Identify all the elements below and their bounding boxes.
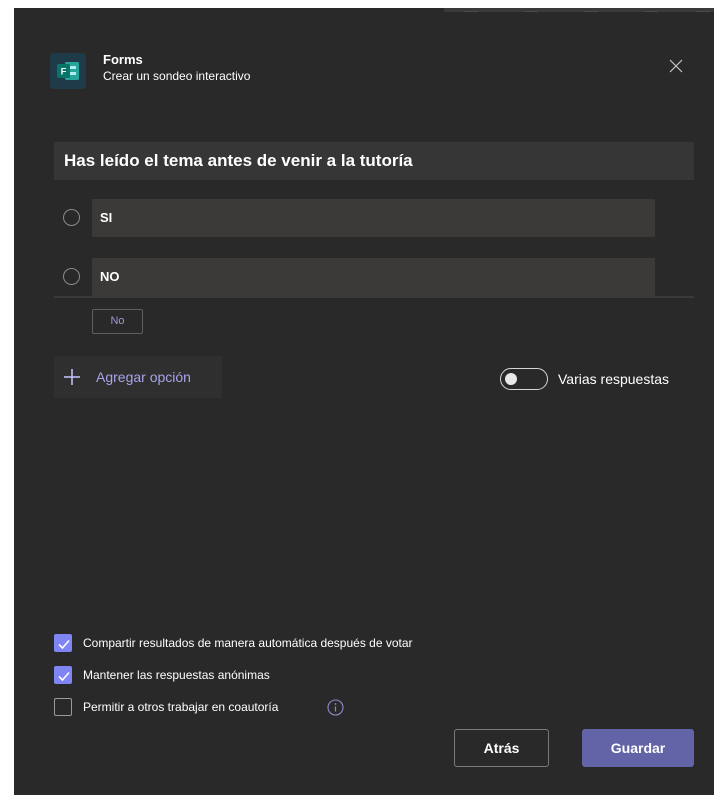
coauthor-label: Permitir a otros trabajar en coautoría [83,700,279,714]
forms-app-icon: F [50,53,86,89]
share-results-checkbox[interactable] [54,634,72,652]
app-subtitle: Crear un sondeo interactivo [103,69,251,83]
suggestion-chip[interactable]: No [92,309,143,334]
option-row-1: SI [54,199,655,237]
window-titlebar-remnant [444,8,714,12]
close-button[interactable] [664,54,688,78]
option-radio-1[interactable] [63,209,80,226]
multiple-answers-toggle[interactable] [500,368,548,390]
anonymous-checkbox[interactable] [54,666,72,684]
anonymous-label: Mantener las respuestas anónimas [83,668,270,682]
add-option-label: Agregar opción [96,369,191,385]
option-row-2: NO [54,258,655,296]
share-results-label: Compartir resultados de manera automátic… [83,636,413,650]
plus-icon [64,369,80,385]
checkmark-icon [58,639,70,650]
save-button[interactable]: Guardar [582,729,694,767]
option-input-1[interactable]: SI [92,199,655,237]
coauthor-checkbox[interactable] [54,698,72,716]
svg-text:F: F [61,67,67,77]
multiple-answers-label: Varias respuestas [558,371,670,387]
forms-dialog: F Forms Crear un sondeo interactivo Has … [14,8,714,795]
checkmark-icon [58,671,70,682]
close-icon [669,59,683,73]
back-button[interactable]: Atrás [454,729,549,767]
info-icon[interactable] [327,699,344,716]
question-input[interactable]: Has leído el tema antes de venir a la tu… [54,142,694,180]
toggle-knob [505,373,517,385]
add-option-button[interactable]: Agregar opción [54,356,222,398]
option-underline [54,296,694,298]
app-title: Forms [103,52,143,67]
option-input-2[interactable]: NO [92,258,655,296]
option-radio-2[interactable] [63,268,80,285]
